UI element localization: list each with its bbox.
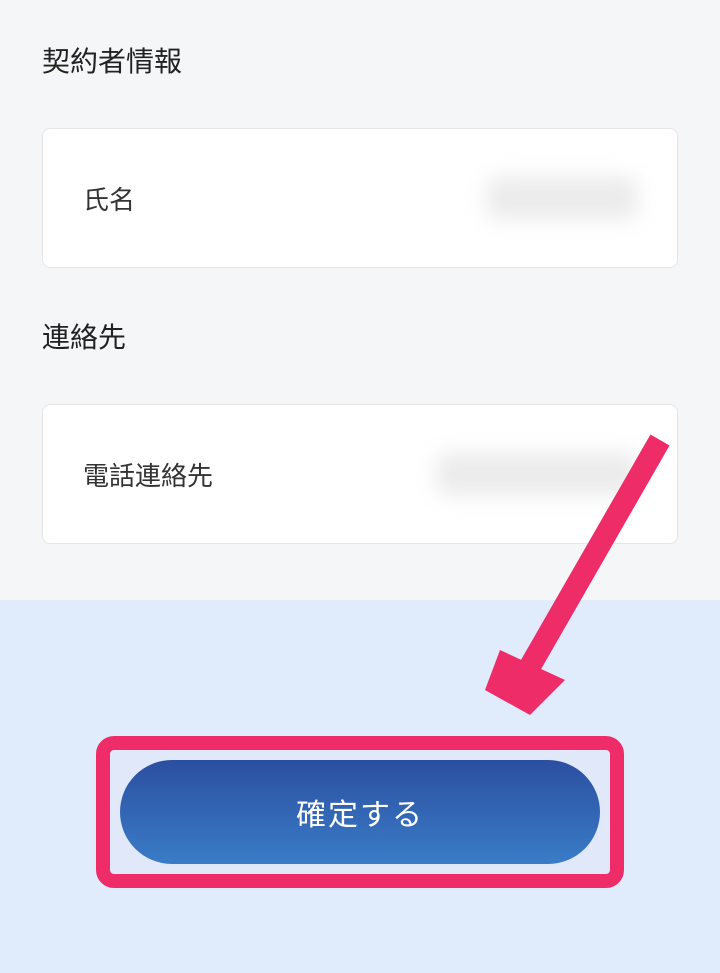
contractor-info-title: 契約者情報 [42,40,678,80]
contact-info-title: 連絡先 [42,316,678,356]
button-highlight-annotation: 確定する [96,736,624,888]
name-value-redacted [487,177,637,219]
upper-section: 契約者情報 氏名 連絡先 電話連絡先 [0,0,720,586]
phone-card: 電話連絡先 [42,404,678,544]
phone-label: 電話連絡先 [83,456,213,493]
name-label: 氏名 [83,180,135,217]
confirm-button[interactable]: 確定する [120,760,600,864]
lower-section: 確定する [0,600,720,973]
name-card: 氏名 [42,128,678,268]
phone-value-redacted [437,453,637,495]
